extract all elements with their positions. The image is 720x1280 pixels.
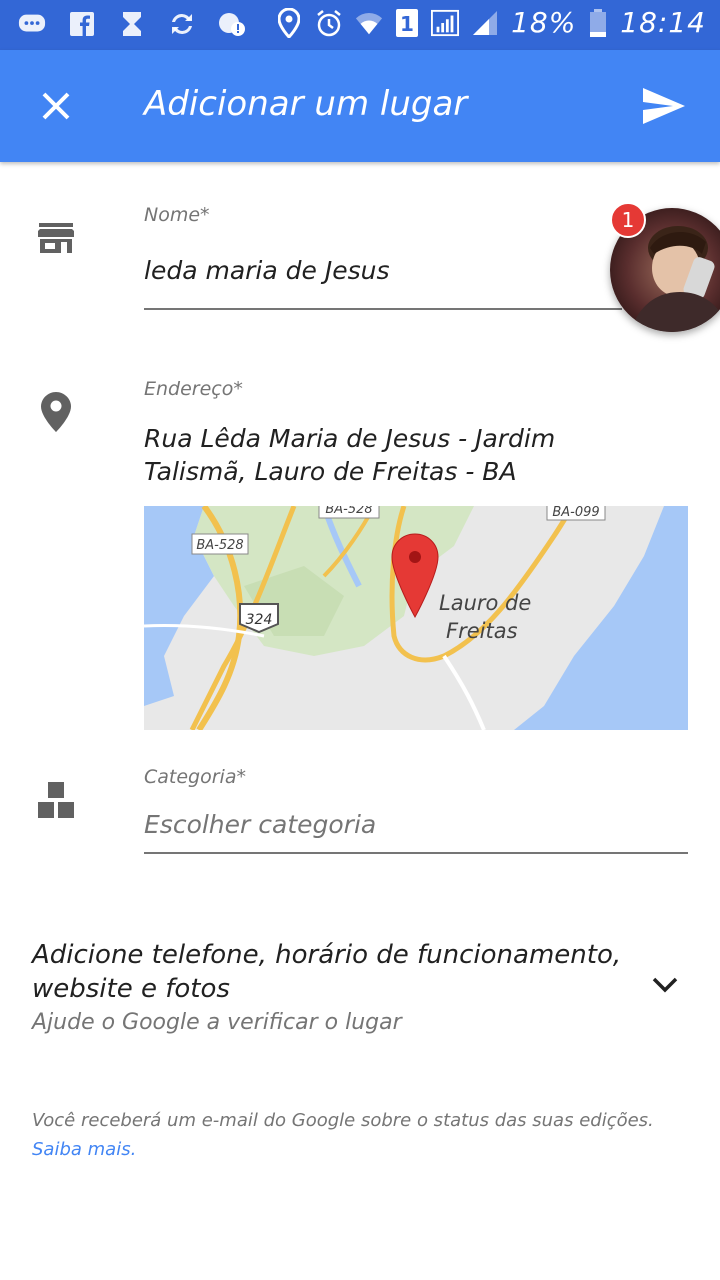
- more-info-section[interactable]: Adicione telefone, horário de funcioname…: [32, 938, 688, 1035]
- signal-icon: [431, 7, 460, 39]
- category-field-label: Categoria*: [144, 766, 246, 788]
- learn-more-link[interactable]: Saiba mais.: [32, 1135, 688, 1164]
- chat-head-badge: 1: [610, 202, 646, 238]
- alarm-icon: [315, 7, 343, 39]
- category-select[interactable]: Escolher categoria: [144, 810, 376, 839]
- map-preview[interactable]: BA-528 BA-528 BA-099 324 Lauro de Freita…: [144, 506, 688, 730]
- road-label-ba528-top: BA-528: [318, 506, 380, 519]
- status-bar: 1 18% 18:14: [0, 0, 720, 50]
- clock: 18:14: [620, 6, 706, 39]
- footer-text: Você receberá um e-mail do Google sobre …: [32, 1110, 654, 1131]
- svg-text:BA-099: BA-099: [552, 506, 599, 520]
- location-pin-icon: [34, 390, 78, 434]
- send-button[interactable]: [636, 80, 692, 132]
- category-icon: [34, 778, 78, 822]
- address-value[interactable]: Rua Lêda Maria de Jesus - Jardim Talismã…: [144, 422, 644, 488]
- send-icon: [643, 88, 685, 124]
- road-label-ba528-left: BA-528: [191, 533, 249, 555]
- sync-icon: [168, 8, 196, 40]
- notification-icons: [18, 8, 246, 40]
- more-info-subtitle: Ajude o Google a verificar o lugar: [32, 1010, 402, 1035]
- name-field[interactable]: leda maria de Jesus: [144, 256, 389, 285]
- app-notification-icon: [218, 8, 246, 40]
- road-label-ba099: BA-099: [546, 506, 606, 521]
- system-icons: 1 18% 18:14: [275, 6, 706, 39]
- map-city-label-line1: Lauro de: [439, 591, 531, 615]
- svg-text:BA-528: BA-528: [196, 538, 243, 553]
- road-label-324: 324: [239, 603, 279, 634]
- close-button[interactable]: [30, 80, 82, 132]
- footer-note: Você receberá um e-mail do Google sobre …: [32, 1106, 688, 1164]
- category-field-underline: [144, 852, 688, 854]
- more-info-title: Adicione telefone, horário de funcioname…: [32, 940, 622, 1004]
- location-icon: [275, 7, 303, 39]
- close-icon: [42, 92, 70, 120]
- name-field-label: Nome*: [144, 204, 210, 226]
- facebook-icon: [68, 8, 96, 40]
- sim-icon: 1: [395, 7, 419, 39]
- hourglass-icon: [118, 8, 146, 40]
- name-field-underline: [144, 308, 622, 310]
- wifi-icon: [355, 7, 383, 39]
- store-icon: [34, 216, 78, 260]
- svg-text:324: 324: [246, 612, 273, 628]
- map-city-label-line2: Freitas: [446, 619, 518, 643]
- chevron-down-icon[interactable]: [650, 970, 680, 1000]
- messages-icon: [18, 8, 46, 40]
- address-field-label: Endereço*: [144, 378, 243, 400]
- signal-strength-icon: [471, 7, 499, 39]
- page-title: Adicionar um lugar: [144, 84, 468, 124]
- battery-percentage: 18%: [511, 6, 577, 39]
- svg-text:BA-528: BA-528: [325, 506, 372, 517]
- sim-number: 1: [400, 12, 414, 36]
- battery-icon: [588, 7, 608, 39]
- app-bar: Adicionar um lugar: [0, 50, 720, 162]
